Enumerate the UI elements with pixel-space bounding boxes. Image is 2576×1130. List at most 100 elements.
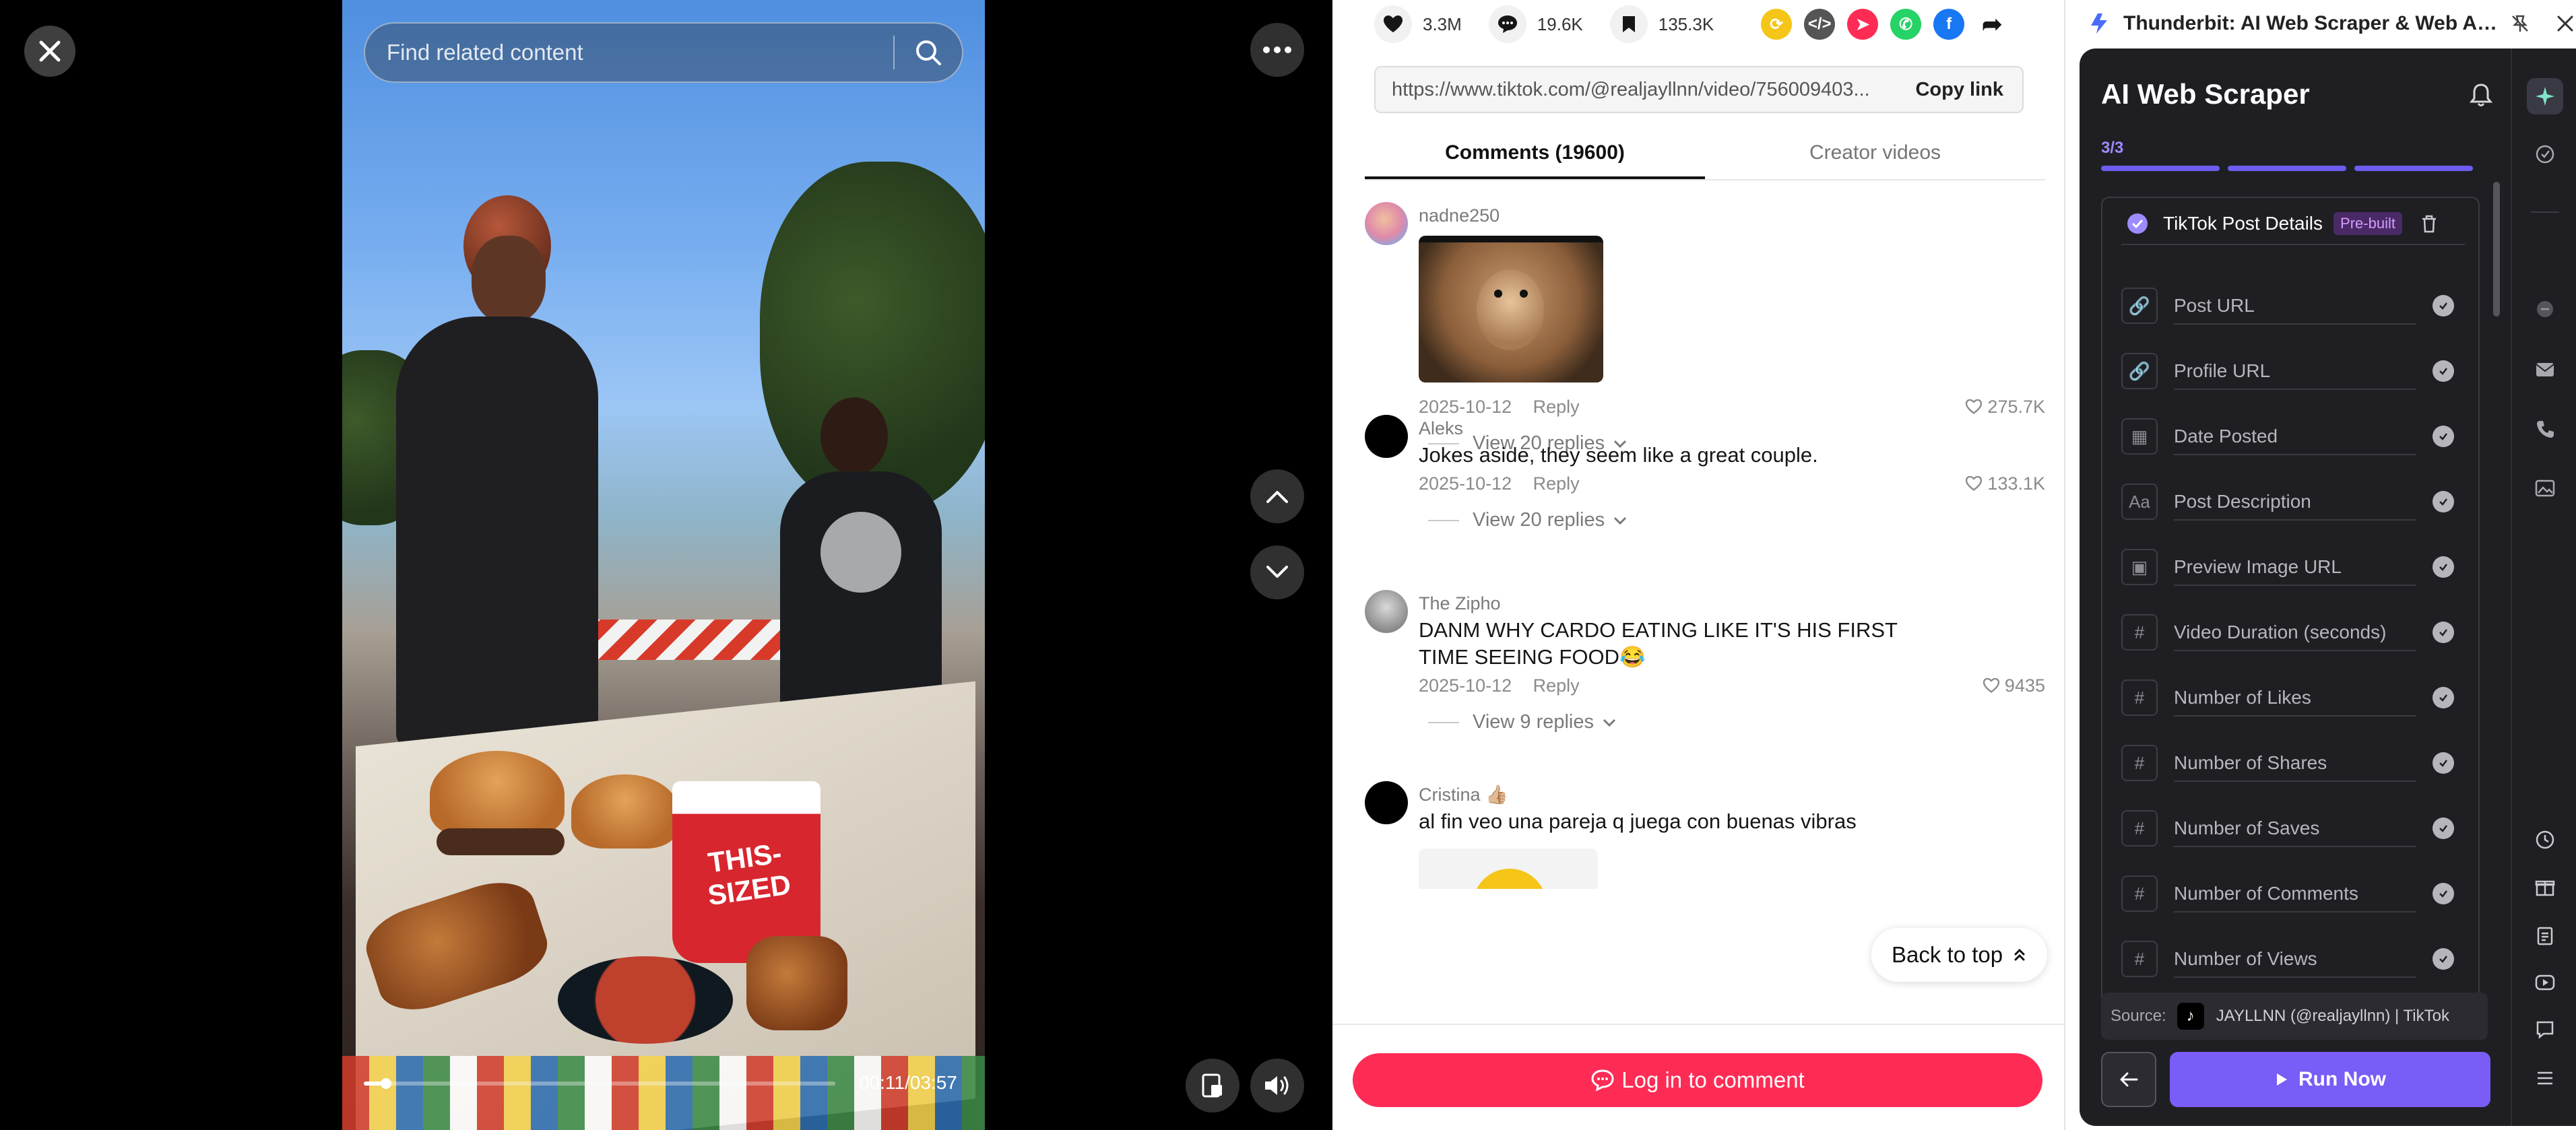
comment-username[interactable]: nadne250 xyxy=(1419,202,2045,229)
comment-date: 2025-10-12 xyxy=(1419,473,1512,494)
video-progress-bar[interactable] xyxy=(364,1078,835,1089)
mail-icon[interactable] xyxy=(2527,352,2563,388)
field-name[interactable]: Number of Saves xyxy=(2174,809,2416,847)
search-input[interactable] xyxy=(365,40,893,65)
action-row: 3.3M 19.6K 135.3K ⟳ </> ➤ ✆ f ➦ xyxy=(1374,0,2020,48)
reply-button[interactable]: Reply xyxy=(1533,473,1580,494)
comment-username[interactable]: The Zipho xyxy=(1419,590,2045,617)
check-icon[interactable] xyxy=(2433,818,2454,839)
check-icon[interactable] xyxy=(2433,556,2454,578)
phone-icon[interactable] xyxy=(2527,411,2563,447)
comment-like-button[interactable]: 9435 xyxy=(1983,671,2045,700)
facebook-icon[interactable]: f xyxy=(1933,9,1965,40)
autofill-icon[interactable] xyxy=(2527,136,2563,172)
close-button[interactable] xyxy=(24,26,75,77)
check-icon[interactable] xyxy=(2433,360,2454,382)
check-icon[interactable] xyxy=(2433,622,2454,643)
field-name[interactable]: Number of Likes xyxy=(2174,679,2416,717)
hash-icon: # xyxy=(2121,614,2158,651)
field-name[interactable]: Post URL xyxy=(2174,287,2416,325)
field-name[interactable]: Number of Comments xyxy=(2174,875,2416,912)
unpin-icon[interactable] xyxy=(2510,13,2530,34)
chat-icon[interactable] xyxy=(2527,1011,2563,1048)
field-name[interactable]: Date Posted xyxy=(2174,418,2416,455)
chevron-up-icon xyxy=(1266,491,1288,503)
minus-circle-icon[interactable] xyxy=(2527,291,2563,327)
check-circle-icon[interactable] xyxy=(2127,213,2148,234)
field-name[interactable]: Preview Image URL xyxy=(2174,548,2416,586)
video-url[interactable]: https://www.tiktok.com/@realjayllnn/vide… xyxy=(1376,79,1896,101)
embed-icon[interactable]: </> xyxy=(1804,9,1836,40)
previous-video-button[interactable] xyxy=(1250,469,1304,523)
comment-item: The Zipho DANM WHY CARDO EATING LIKE IT'… xyxy=(1365,590,2045,752)
check-icon[interactable] xyxy=(2433,883,2454,904)
comment-username[interactable]: Aleks xyxy=(1419,415,2045,442)
bell-icon[interactable] xyxy=(2469,82,2493,108)
check-icon[interactable] xyxy=(2433,752,2454,774)
field-name[interactable]: Profile URL xyxy=(2174,352,2416,390)
field-name[interactable]: Video Duration (seconds) xyxy=(2174,613,2416,651)
comment-image xyxy=(1419,849,1598,889)
check-icon[interactable] xyxy=(2433,491,2454,512)
menu-icon[interactable] xyxy=(2527,1060,2563,1096)
comment-stat[interactable]: 19.6K xyxy=(1488,5,1583,43)
volume-button[interactable] xyxy=(1250,1059,1304,1112)
picture-in-picture-button[interactable] xyxy=(1186,1059,1239,1112)
hash-icon: # xyxy=(2121,810,2158,846)
field-name[interactable]: Number of Views xyxy=(2174,940,2416,978)
view-replies-button[interactable]: View 20 replies xyxy=(1428,509,2045,531)
send-icon[interactable]: ➤ xyxy=(1847,9,1879,40)
burger-patty xyxy=(437,828,565,855)
run-now-button[interactable]: Run Now xyxy=(2170,1052,2490,1107)
field-name[interactable]: Post Description xyxy=(2174,483,2416,521)
sparkle-scraper-icon[interactable] xyxy=(2527,78,2563,114)
tab-creator-videos[interactable]: Creator videos xyxy=(1705,129,2045,179)
tab-comments[interactable]: Comments (19600) xyxy=(1365,129,1705,179)
check-icon[interactable] xyxy=(2433,295,2454,317)
hash-icon: # xyxy=(2121,941,2158,977)
scrollbar-thumb[interactable] xyxy=(2493,182,2500,317)
copy-link-button[interactable]: Copy link xyxy=(1896,79,2022,101)
repost-icon[interactable]: ⟳ xyxy=(1761,9,1793,40)
more-icon xyxy=(1263,46,1291,53)
chevron-down-icon xyxy=(1603,719,1616,727)
reply-button[interactable]: Reply xyxy=(1533,675,1580,696)
person-left xyxy=(383,195,605,747)
back-to-top-button[interactable]: Back to top xyxy=(1871,928,2048,982)
video-progress-thumb[interactable] xyxy=(380,1078,391,1089)
comment-like-count: 9435 xyxy=(2004,675,2045,696)
image-icon[interactable] xyxy=(2527,470,2563,506)
trash-icon[interactable] xyxy=(2420,213,2439,234)
extension-titlebar: Thunderbit: AI Web Scraper & Web Au... xyxy=(2065,0,2576,47)
whatsapp-icon[interactable]: ✆ xyxy=(1890,9,1922,40)
share-arrow-icon[interactable]: ➦ xyxy=(1976,9,2007,40)
check-icon[interactable] xyxy=(2433,948,2454,970)
reply-button[interactable]: Reply xyxy=(1533,397,1580,417)
save-stat[interactable]: 135.3K xyxy=(1609,5,1714,43)
heart-icon xyxy=(1374,5,1412,43)
comment-like-button[interactable]: 133.1K xyxy=(1966,469,2045,498)
check-icon[interactable] xyxy=(2433,426,2454,447)
close-icon[interactable] xyxy=(2556,14,2575,33)
view-replies-button[interactable]: View 9 replies xyxy=(1428,711,2045,733)
history-icon[interactable] xyxy=(2527,822,2563,858)
avatar[interactable] xyxy=(1365,781,1408,824)
divider xyxy=(2531,211,2559,213)
gift-icon[interactable] xyxy=(2527,869,2563,905)
youtube-icon[interactable] xyxy=(2527,964,2563,1001)
field-name[interactable]: Number of Shares xyxy=(2174,744,2416,782)
avatar[interactable] xyxy=(1365,415,1408,458)
video-url-box: https://www.tiktok.com/@realjayllnn/vide… xyxy=(1374,66,2024,113)
clipboard-icon[interactable] xyxy=(2527,917,2563,954)
back-button[interactable] xyxy=(2101,1052,2156,1107)
login-to-comment-button[interactable]: Log in to comment xyxy=(1353,1053,2042,1107)
check-icon[interactable] xyxy=(2433,687,2454,708)
search-button[interactable] xyxy=(895,22,962,83)
comment-username[interactable]: Cristina 👍🏼 xyxy=(1419,781,2045,808)
next-video-button[interactable] xyxy=(1250,545,1304,599)
video-frame[interactable]: THIS-SIZED 00:11/03:57 xyxy=(342,0,985,1130)
like-stat[interactable]: 3.3M xyxy=(1374,5,1462,43)
more-options-button[interactable] xyxy=(1250,23,1304,77)
avatar[interactable] xyxy=(1365,202,1408,245)
avatar[interactable] xyxy=(1365,590,1408,633)
